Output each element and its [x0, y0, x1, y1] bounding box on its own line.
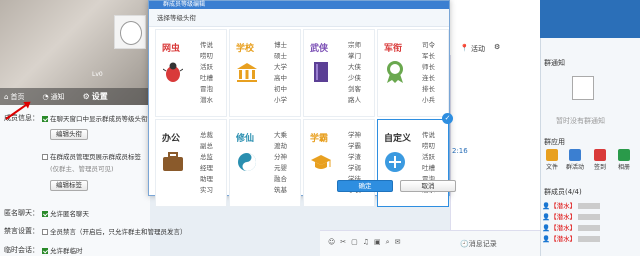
pin-icon[interactable]: 📍 [460, 44, 469, 52]
no-notice-text: 暂时没有群通知 [556, 117, 605, 125]
member-row[interactable]: 👤【潜水】 [542, 222, 601, 232]
ok-button[interactable]: 确定 [337, 180, 393, 192]
level-list: 司令 军长 师长 连长 排长 小兵 [422, 41, 435, 104]
toolbar-icons[interactable]: ☺✂▢♫▣⌕✉ [328, 238, 405, 247]
mute-option[interactable]: 全员禁言（开启后，只允许群主和管理员发言） [42, 226, 187, 236]
apps-title: 群应用 [544, 138, 565, 146]
gear-icon: ⚙ [82, 92, 90, 101]
member-row[interactable]: 👤【潜水】 [542, 200, 601, 210]
show-tag-hint: (仅群主、管理员可见) [50, 165, 114, 173]
notice-title: 群通知 [544, 59, 565, 67]
edit-title-button[interactable]: 编辑头衔 [50, 129, 88, 140]
card-immortal[interactable]: 修仙 大乘 渡劫 分神 元婴 融合 筑基 [229, 119, 301, 207]
medal-icon [384, 60, 406, 84]
dialog-subtitle: 选择等级头衔 [149, 9, 449, 27]
level-list: 大乘 渡劫 分神 元婴 融合 筑基 [274, 131, 287, 194]
yin-yang-icon [236, 150, 258, 174]
anon-checkbox[interactable] [42, 211, 48, 217]
card-school[interactable]: 学校 博士 硕士 大学 高中 初中 小学 [229, 29, 301, 117]
user-icon: 👤 [542, 224, 551, 232]
anon-label: 匿名聊天： [4, 209, 39, 217]
level-list: 传说唠叨活跃吐槽冒泡潜水 [200, 41, 213, 104]
edit-tag-button[interactable]: 编辑标签 [50, 180, 88, 191]
activity-label[interactable]: 活动 [471, 44, 485, 54]
album-icon [618, 149, 630, 161]
user-icon: 👤 [542, 202, 551, 210]
card-wuxia[interactable]: 武侠 宗师 掌门 大侠 少侠 剑客 路人 [303, 29, 375, 117]
app-album[interactable]: 相册 [614, 149, 634, 171]
member-row[interactable]: 👤【潜水】 [542, 233, 601, 243]
chat-header: 📍 活动 ⚙ [450, 0, 540, 60]
plus-icon [384, 150, 406, 174]
selected-check-icon: ✓ [442, 113, 453, 124]
level-tag: Lv0 [92, 71, 103, 78]
user-icon: 👤 [542, 235, 551, 243]
folder-icon [546, 149, 558, 161]
members-title: 群成员(4/4) [544, 188, 582, 196]
checkin-icon [594, 149, 606, 161]
level-list: 宗师 掌门 大侠 少侠 剑客 路人 [348, 41, 361, 104]
avatar[interactable] [114, 15, 146, 49]
dialog-title: 群成员等级编辑 [149, 1, 449, 9]
level-list: 博士 硕士 大学 高中 初中 小学 [274, 41, 287, 104]
card-top-student[interactable]: 学霸 学神学霸学渣学弱学徒学长 [303, 119, 375, 207]
time-stamp: 2:16 [452, 147, 468, 155]
cancel-button[interactable]: 取消 [400, 180, 456, 192]
temp-label: 临时会话： [4, 246, 39, 254]
settings-panel: 成员信息： 在聊天窗口中显示群成员等级头衔 编辑头衔 在群成员管理页展示群成员标… [0, 105, 187, 256]
mute-checkbox[interactable] [42, 229, 48, 235]
card-custom[interactable]: ✓ 自定义 传说唠叨活跃吐槽冒泡潜水 [377, 113, 453, 207]
chat-messages: 2:16 [450, 55, 540, 256]
level-edit-dialog: 群成员等级编辑 选择等级头衔 网虫 传说 唠叨 活跃 吐槽 冒泡 潜水 学校 博士 硕士 大学… [148, 0, 456, 207]
graduation-cap-icon [310, 150, 332, 174]
tab-notice[interactable]: ◔ 通知 [42, 92, 64, 102]
card-netbug[interactable]: 网虫 传说 唠叨 活跃 吐槽 冒泡 潜水 [155, 29, 227, 117]
show-tag-option[interactable]: 在群成员管理页展示群成员标签 [42, 151, 141, 161]
home-icon: ⌂ [4, 92, 9, 101]
temp-checkbox[interactable] [42, 248, 48, 254]
anon-option[interactable]: 允许匿名聊天 [42, 208, 89, 218]
bell-icon: ◔ [42, 92, 49, 101]
app-activity[interactable]: 群活动 [565, 149, 585, 171]
card-military[interactable]: 军衔 司令 军长 师长 连长 排长 小兵 [377, 29, 449, 117]
temp-option[interactable]: 允许群临时 [42, 245, 83, 255]
briefcase-icon [162, 150, 184, 174]
chat-toolbar: ☺✂▢♫▣⌕✉ 🕘消息记录 [320, 230, 540, 256]
tab-settings[interactable]: ⚙ 设置 [83, 91, 108, 102]
notice-icon [572, 76, 594, 100]
settings-icon[interactable]: ⚙ [494, 43, 500, 51]
card-office[interactable]: 办公 总裁 副总 总监 经理 助理 实习 [155, 119, 227, 207]
show-tag-checkbox[interactable] [42, 154, 48, 160]
user-icon: 👤 [542, 213, 551, 221]
activity-icon [569, 149, 581, 161]
app-checkin[interactable]: 签到 [590, 149, 610, 171]
right-header [540, 0, 640, 38]
app-file[interactable]: 文件 [542, 149, 562, 171]
show-level-option[interactable]: 在聊天窗口中显示群成员等级头衔 [42, 113, 148, 123]
show-level-checkbox[interactable] [42, 116, 48, 122]
level-list: 总裁 副总 总监 经理 助理 实习 [200, 131, 213, 194]
member-row[interactable]: 👤【潜水】 [542, 211, 601, 221]
school-icon [236, 60, 258, 84]
book-icon [310, 60, 332, 84]
bug-icon [162, 60, 184, 84]
profile-tabs: ⌂ 首页 ◔ 通知 ⚙ 设置 [0, 88, 150, 105]
history-link[interactable]: 🕘消息记录 [460, 239, 497, 249]
mute-label: 禁言设置： [4, 227, 39, 235]
tab-home[interactable]: ⌂ 首页 [4, 92, 24, 102]
